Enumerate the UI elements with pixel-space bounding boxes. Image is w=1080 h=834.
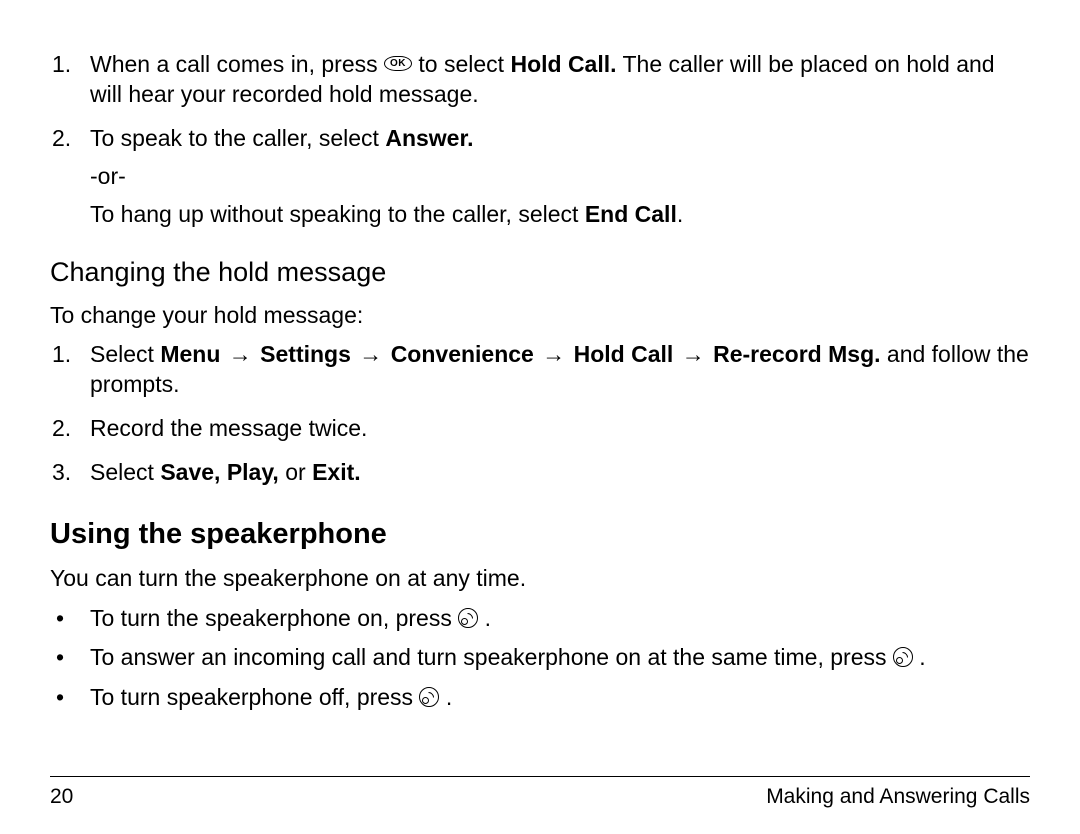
item-number: 2. xyxy=(50,414,90,444)
speakerphone-key-icon xyxy=(419,687,439,707)
change-hold-steps: 1. Select Menu → Settings → Convenience … xyxy=(50,340,1030,488)
heading-changing-hold-message: Changing the hold message xyxy=(50,255,1030,290)
or-separator: -or- xyxy=(90,162,1030,192)
heading-using-speakerphone: Using the speakerphone xyxy=(50,516,1030,554)
bold-text: Convenience xyxy=(391,341,534,367)
speakerphone-bullets: • To turn the speakerphone on, press . •… xyxy=(50,604,1030,714)
list-item: • To answer an incoming call and turn sp… xyxy=(50,643,1030,673)
speakerphone-key-icon xyxy=(458,608,478,628)
bullet-marker: • xyxy=(50,683,90,713)
intro-text: To change your hold message: xyxy=(50,301,1030,331)
item-number: 1. xyxy=(50,50,90,110)
page-footer: 20 Making and Answering Calls xyxy=(50,776,1030,810)
arrow-icon: → xyxy=(227,341,254,367)
arrow-icon: → xyxy=(540,341,567,367)
item-text: To answer an incoming call and turn spea… xyxy=(90,643,1030,673)
bold-text: Exit. xyxy=(312,459,361,485)
bullet-marker: • xyxy=(50,643,90,673)
item-text: Select Save, Play, or Exit. xyxy=(90,458,1030,488)
list-item: 3. Select Save, Play, or Exit. xyxy=(50,458,1030,488)
bold-text: Answer. xyxy=(385,125,473,151)
page-number: 20 xyxy=(50,783,73,810)
bold-text: End Call xyxy=(585,201,677,227)
bold-text: Menu xyxy=(160,341,220,367)
bold-text: Hold Call xyxy=(574,341,674,367)
bullet-marker: • xyxy=(50,604,90,634)
item-text: To speak to the caller, select Answer. -… xyxy=(90,124,1030,230)
list-item: 1. When a call comes in, press OK to sel… xyxy=(50,50,1030,110)
intro-text: You can turn the speakerphone on at any … xyxy=(50,564,1030,594)
item-text: Record the message twice. xyxy=(90,414,1030,444)
section-title: Making and Answering Calls xyxy=(766,783,1030,810)
item-number: 1. xyxy=(50,340,90,400)
speakerphone-key-icon xyxy=(893,647,913,667)
ok-key-icon: OK xyxy=(384,56,412,71)
list-item: 2. Record the message twice. xyxy=(50,414,1030,444)
item-number: 3. xyxy=(50,458,90,488)
list-item: 1. Select Menu → Settings → Convenience … xyxy=(50,340,1030,400)
list-item: • To turn speakerphone off, press . xyxy=(50,683,1030,713)
item-text: When a call comes in, press OK to select… xyxy=(90,50,1030,110)
item-number: 2. xyxy=(50,124,90,230)
hold-call-steps: 1. When a call comes in, press OK to sel… xyxy=(50,50,1030,229)
item-text: Select Menu → Settings → Convenience → H… xyxy=(90,340,1030,400)
bold-text: Re-record Msg. xyxy=(713,341,880,367)
bold-text: Save, Play, xyxy=(160,459,279,485)
arrow-icon: → xyxy=(357,341,384,367)
list-item: 2. To speak to the caller, select Answer… xyxy=(50,124,1030,230)
item-text: To turn speakerphone off, press . xyxy=(90,683,1030,713)
list-item: • To turn the speakerphone on, press . xyxy=(50,604,1030,634)
item-text: To turn the speakerphone on, press . xyxy=(90,604,1030,634)
bold-text: Settings xyxy=(260,341,351,367)
arrow-icon: → xyxy=(680,341,707,367)
bold-text: Hold Call. xyxy=(510,51,616,77)
